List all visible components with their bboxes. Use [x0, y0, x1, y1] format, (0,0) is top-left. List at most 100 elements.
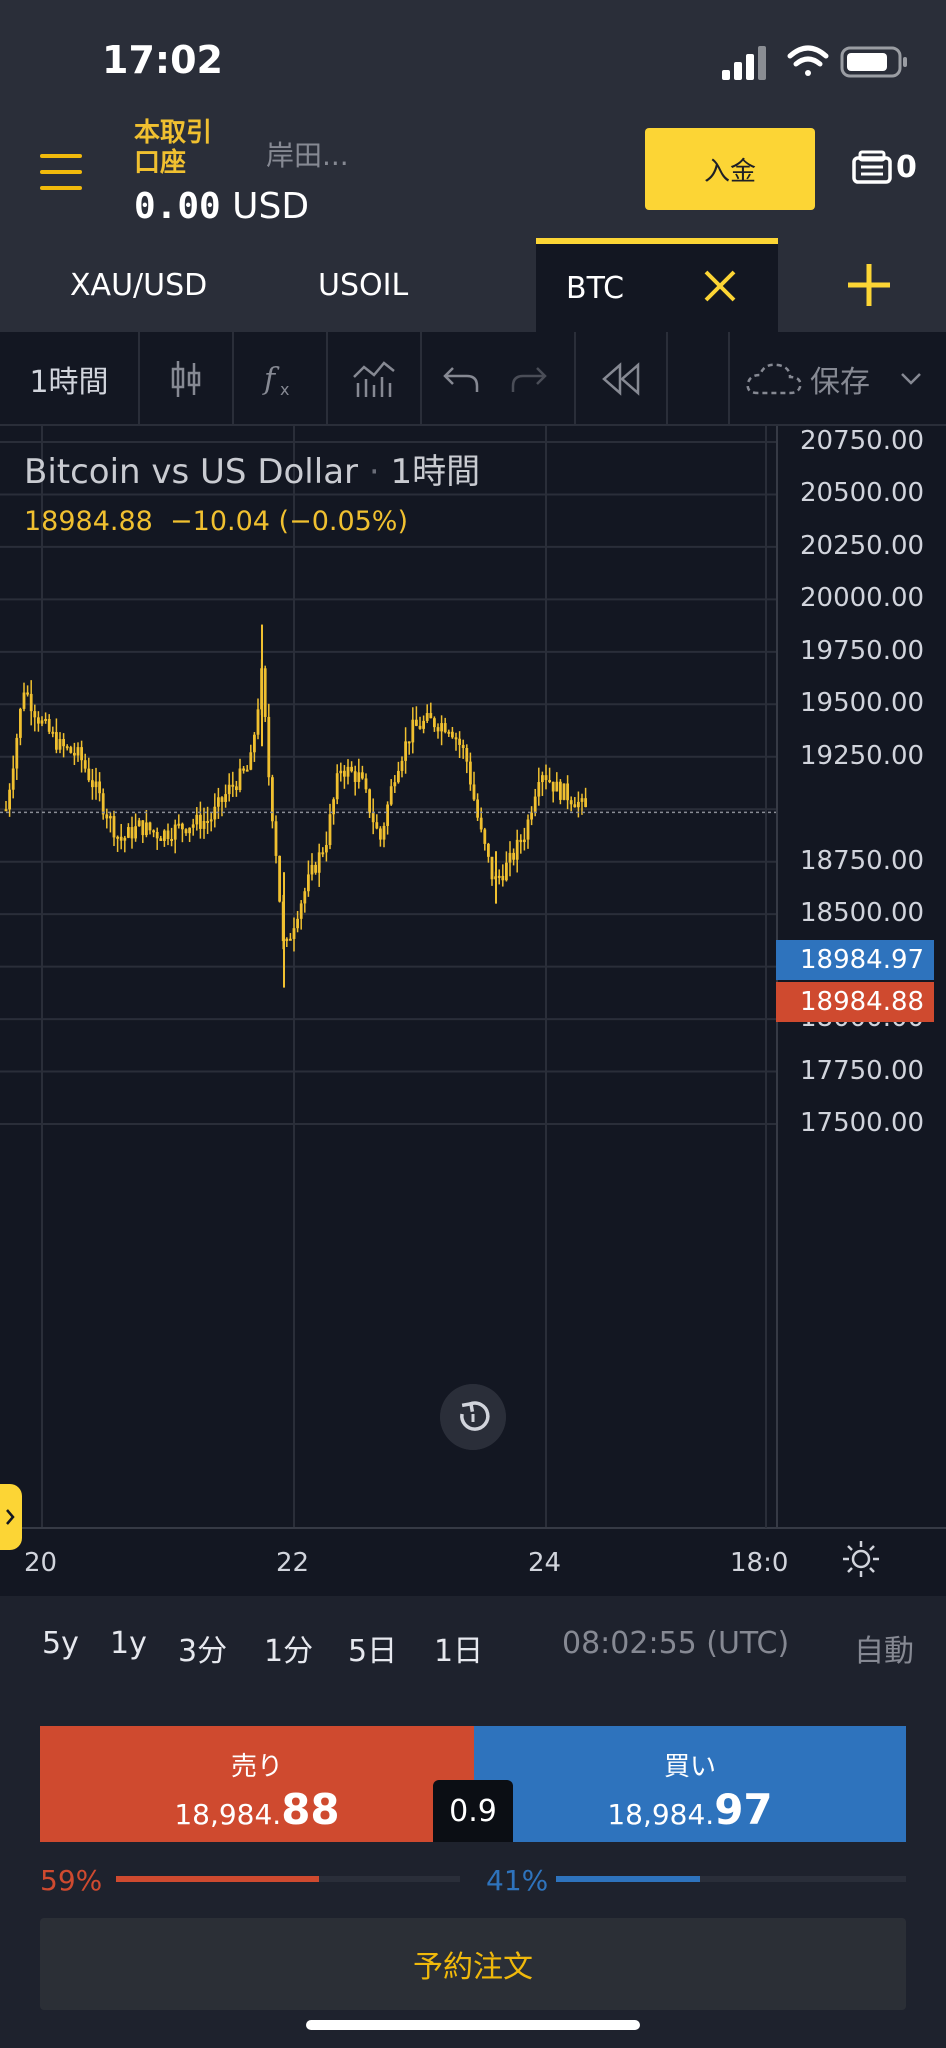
candle-body — [533, 796, 537, 813]
reset-chart-icon[interactable] — [440, 1384, 506, 1450]
pending-order-button[interactable]: 予約注文 — [40, 1918, 906, 2010]
candle-body — [454, 737, 458, 740]
candle-body — [299, 903, 303, 919]
candle-body — [249, 752, 253, 770]
period-1d[interactable]: 1日 — [434, 1626, 483, 1670]
utc-clock[interactable]: 08:02:55 (UTC) — [562, 1626, 789, 1661]
period-1y[interactable]: 1y — [110, 1626, 147, 1661]
price-change-pct: (−0.05%) — [278, 506, 408, 537]
candle-body — [292, 928, 296, 939]
sell-button[interactable]: 売り 18,984.88 — [40, 1726, 474, 1842]
price-axis-label: 17500.00 — [800, 1108, 925, 1138]
candle-body — [98, 781, 101, 794]
candle-body — [256, 709, 260, 735]
candle-body — [137, 820, 141, 827]
period-5d[interactable]: 5日 — [348, 1626, 397, 1670]
time-axis-label: 22 — [276, 1548, 310, 1578]
candle-body — [44, 718, 47, 721]
candle-body — [335, 773, 339, 800]
candle-body — [317, 852, 321, 873]
candle-body — [29, 693, 33, 712]
candle-body — [361, 772, 364, 779]
save-button[interactable]: 保存 — [744, 332, 944, 426]
candle-body — [202, 821, 206, 829]
candle-body — [515, 839, 519, 860]
theme-icon[interactable] — [842, 1540, 880, 1578]
add-tab-icon[interactable] — [846, 262, 892, 308]
candle-body — [458, 738, 461, 745]
candle-body — [8, 789, 11, 810]
sidebar-handle[interactable] — [0, 1484, 22, 1550]
tab-xauusd[interactable]: XAU/USD — [70, 238, 207, 332]
candle-body — [227, 784, 231, 795]
undo-icon[interactable] — [430, 332, 492, 426]
price-axis-label: 20500.00 — [800, 478, 925, 509]
candle-body — [415, 719, 418, 726]
deposit-button[interactable]: 入金 — [645, 128, 815, 210]
buy-label: 買い — [663, 1752, 716, 1782]
candle-body — [436, 727, 440, 732]
candle-body — [62, 739, 65, 747]
chart-toolbar: 1時間 fx 保存 — [0, 332, 946, 426]
price-axis-label: 17750.00 — [800, 1055, 925, 1086]
candle-body — [440, 723, 443, 732]
candle-body — [523, 839, 526, 843]
indicators-icon[interactable]: fx — [234, 332, 326, 426]
period-1min[interactable]: 1分 — [264, 1626, 313, 1670]
candle-body — [512, 852, 515, 860]
price-axis-label: 18750.00 — [800, 845, 925, 876]
period-3min[interactable]: 3分 — [178, 1626, 227, 1670]
time-axis-label: 20 — [24, 1548, 58, 1578]
redo-icon[interactable] — [498, 332, 560, 426]
account-name[interactable]: 岸田... — [266, 134, 349, 174]
close-tab-icon[interactable] — [700, 266, 740, 306]
candle-body — [501, 875, 505, 881]
home-indicator — [306, 2020, 640, 2030]
sell-percentage: 59% — [40, 1864, 103, 1897]
candle-body — [476, 799, 479, 818]
candle-body — [530, 812, 533, 820]
candle-body — [483, 829, 487, 844]
candle-body — [346, 766, 350, 777]
interval-selector[interactable]: 1時間 — [0, 332, 138, 426]
menu-icon[interactable] — [40, 154, 82, 190]
period-5y[interactable]: 5y — [42, 1626, 79, 1661]
auto-scale-toggle[interactable]: 自動 — [854, 1626, 914, 1670]
candle-body — [119, 836, 123, 841]
sell-price: 18,984.88 — [174, 1785, 340, 1834]
candle-body — [551, 781, 555, 792]
candle-body — [364, 778, 368, 790]
candle-body — [148, 822, 152, 831]
candle-body — [159, 838, 163, 841]
candle-body — [537, 782, 541, 797]
candle-body — [497, 875, 501, 878]
candle-body — [548, 780, 551, 783]
candles-icon[interactable] — [140, 332, 232, 426]
price-axis-label: 20000.00 — [800, 583, 925, 614]
candle-body — [112, 816, 116, 838]
candle-body — [177, 823, 181, 826]
status-time: 17:02 — [102, 38, 223, 82]
candle-body — [425, 713, 429, 721]
candle-body — [325, 845, 328, 853]
orders-icon[interactable] — [852, 150, 892, 184]
tab-btc[interactable]: BTC — [536, 238, 778, 332]
candle-body — [544, 775, 548, 781]
candle-body — [87, 768, 91, 781]
candle-body — [328, 814, 332, 846]
compare-icon[interactable] — [328, 332, 420, 426]
tab-usoil[interactable]: USOIL — [318, 238, 408, 332]
candle-body — [353, 771, 357, 783]
candle-body — [181, 823, 184, 830]
candle-body — [505, 862, 508, 881]
candle-body — [278, 855, 281, 902]
cloud-icon — [746, 363, 802, 395]
buy-button[interactable]: 買い 18,984.97 — [474, 1726, 906, 1842]
chart-area[interactable]: Bitcoin vs US Dollar · 1時間 18984.88 −10.… — [0, 426, 946, 1596]
replay-icon[interactable] — [576, 332, 666, 426]
account-type[interactable]: 本取引口座 — [134, 118, 234, 178]
candle-body — [105, 814, 109, 819]
candle-body — [155, 831, 159, 839]
candle-body — [404, 741, 407, 761]
chart-title-interval: 1時間 — [390, 452, 481, 492]
